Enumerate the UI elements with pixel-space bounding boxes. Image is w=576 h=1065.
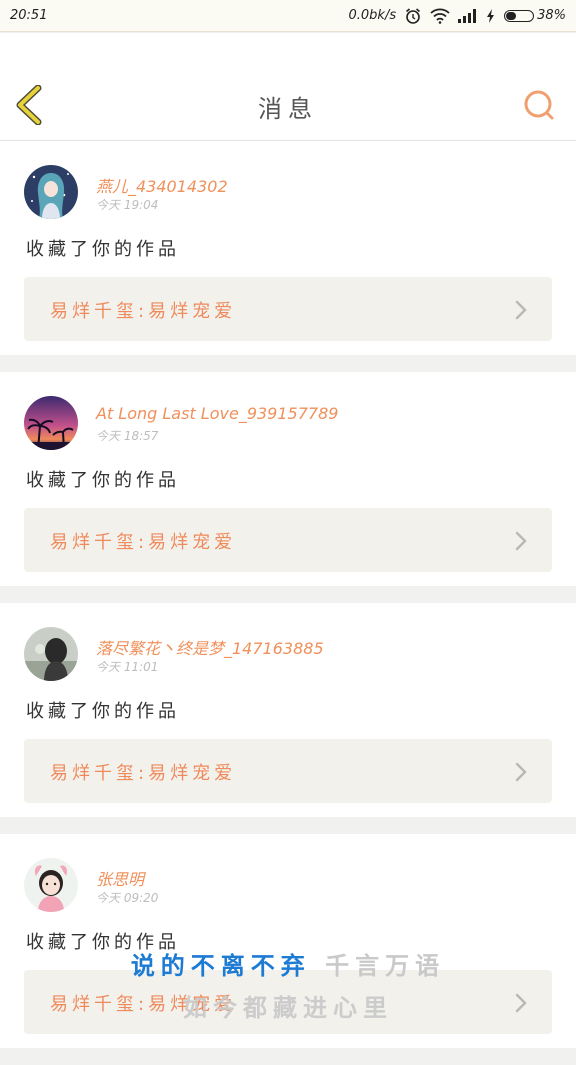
message-list: 燕儿_434014302 今天 19:04 收藏了你的作品 易烊千玺:易烊宠爱 … <box>0 141 576 1065</box>
message-card: 燕儿_434014302 今天 19:04 收藏了你的作品 易烊千玺:易烊宠爱 <box>0 141 576 355</box>
work-link[interactable]: 易烊千玺:易烊宠爱 <box>24 739 552 803</box>
message-text: 收藏了你的作品 <box>26 470 180 491</box>
battery-percent: 38% <box>537 8 566 23</box>
message-card: 落尽繁花丶终是梦_147163885 今天 11:01 收藏了你的作品 易烊千玺… <box>0 603 576 817</box>
work-title: 易烊千玺:易烊宠爱 <box>50 994 237 1015</box>
page-header: 消息 <box>0 33 576 141</box>
status-indicators: 0.0bk/s 38% <box>348 7 566 25</box>
network-speed: 0.0bk/s <box>348 8 397 23</box>
message-time: 今天 09:20 <box>96 891 159 905</box>
message-text: 收藏了你的作品 <box>26 701 180 722</box>
work-link[interactable]: 易烊千玺:易烊宠爱 <box>24 277 552 341</box>
message-card: 张思明 今天 09:20 收藏了你的作品 易烊千玺:易烊宠爱 <box>0 834 576 1048</box>
avatar[interactable] <box>24 165 78 219</box>
battery-fill <box>506 11 517 20</box>
avatar[interactable] <box>24 858 78 912</box>
charging-icon <box>486 8 496 23</box>
work-link[interactable]: 易烊千玺:易烊宠爱 <box>24 970 552 1034</box>
avatar[interactable] <box>24 627 78 681</box>
work-link[interactable]: 易烊千玺:易烊宠爱 <box>24 508 552 572</box>
chevron-right-icon <box>514 299 528 325</box>
signal-icon <box>458 8 478 23</box>
message-time: 今天 19:04 <box>96 198 159 212</box>
message-text: 收藏了你的作品 <box>26 932 180 953</box>
chevron-right-icon <box>514 530 528 556</box>
sender-name[interactable]: 燕儿_434014302 <box>96 173 228 197</box>
message-text: 收藏了你的作品 <box>26 239 180 260</box>
alarm-icon <box>404 7 422 25</box>
message-time: 今天 11:01 <box>96 660 159 674</box>
sender-name[interactable]: 张思明 <box>96 866 144 890</box>
battery-icon <box>504 9 535 22</box>
avatar[interactable] <box>24 396 78 450</box>
sender-name[interactable]: At Long Last Love_939157789 <box>96 404 338 423</box>
work-title: 易烊千玺:易烊宠爱 <box>50 763 237 784</box>
status-bar: 20:51 0.0bk/s 38% <box>0 0 576 32</box>
chevron-right-icon <box>514 761 528 787</box>
status-time: 20:51 <box>10 8 48 23</box>
chevron-right-icon <box>514 992 528 1018</box>
work-title: 易烊千玺:易烊宠爱 <box>50 532 237 553</box>
message-time: 今天 18:57 <box>96 429 159 443</box>
battery-indicator: 38% <box>504 8 566 23</box>
wifi-icon <box>430 8 450 24</box>
sender-name[interactable]: 落尽繁花丶终是梦_147163885 <box>96 635 324 659</box>
message-card: At Long Last Love_939157789 今天 18:57 收藏了… <box>0 372 576 586</box>
work-title: 易烊千玺:易烊宠爱 <box>50 301 237 322</box>
page-title: 消息 <box>258 95 318 123</box>
search-icon[interactable] <box>522 88 556 122</box>
